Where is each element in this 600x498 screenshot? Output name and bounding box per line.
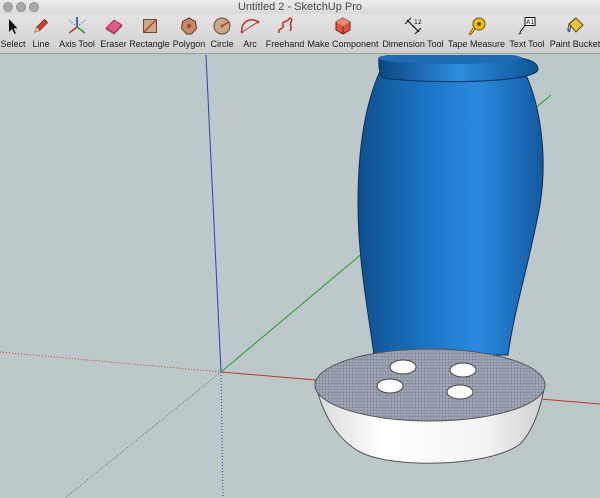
polygon-tool-button[interactable]: Polygon [173, 16, 205, 52]
planter-hole [449, 362, 477, 378]
window-title: Untitled 2 - SketchUp Pro [237, 1, 363, 13]
main-toolbar: Select Line Axis Tool Eraser Rectangle P… [0, 14, 600, 54]
tape-measure-icon [467, 16, 487, 36]
paint-bucket-icon [565, 16, 585, 36]
axis-icon [67, 16, 87, 36]
rectangle-tool-button[interactable]: Rectangle [129, 16, 170, 52]
line-tool-button[interactable]: Line [31, 16, 51, 52]
planter-hole [446, 384, 474, 400]
svg-text:12: 12 [414, 19, 422, 26]
planter-hole [389, 359, 417, 375]
pencil-icon [31, 16, 51, 36]
select-tool-button[interactable]: Select [1, 16, 26, 52]
arc-tool-button[interactable]: Arc [240, 16, 260, 52]
red-axis-dotted [0, 351, 222, 373]
make-component-button[interactable]: Make Component [307, 16, 379, 52]
select-arrow-icon [3, 16, 23, 36]
title-bar: Untitled 2 - SketchUp Pro [0, 0, 600, 14]
scene-canvas[interactable] [0, 55, 600, 498]
polygon-icon [179, 16, 199, 36]
green-axis-dotted [64, 371, 222, 498]
paint-bucket-button[interactable]: Paint Bucket [550, 16, 600, 52]
sketchup-window: Untitled 2 - SketchUp Pro Select Line Ax… [0, 0, 600, 498]
circle-tool-button[interactable]: Circle [210, 16, 234, 52]
white-planter[interactable] [314, 348, 546, 464]
freehand-icon [275, 16, 295, 36]
blue-vase[interactable] [357, 55, 544, 356]
blue-axis-dotted [220, 371, 224, 498]
blue-axis-line [205, 55, 222, 373]
circle-icon [212, 16, 232, 36]
eraser-tool-button[interactable]: Eraser [100, 16, 127, 52]
rectangle-icon [140, 16, 160, 36]
text-tool-button[interactable]: A1 Text Tool [507, 16, 547, 52]
svg-text:A1: A1 [526, 19, 534, 26]
component-icon [333, 16, 353, 36]
arc-icon [240, 16, 260, 36]
tape-measure-button[interactable]: Tape Measure [448, 16, 505, 52]
freehand-tool-button[interactable]: Freehand [266, 16, 304, 52]
planter-hole [376, 378, 404, 394]
dimension-tool-button[interactable]: 12 Dimension Tool [381, 16, 445, 52]
eraser-icon [104, 16, 124, 36]
modeling-viewport[interactable] [0, 55, 600, 498]
axis-tool-button[interactable]: Axis Tool [57, 16, 97, 52]
text-tool-icon: A1 [517, 16, 537, 36]
dimension-icon: 12 [403, 16, 423, 36]
